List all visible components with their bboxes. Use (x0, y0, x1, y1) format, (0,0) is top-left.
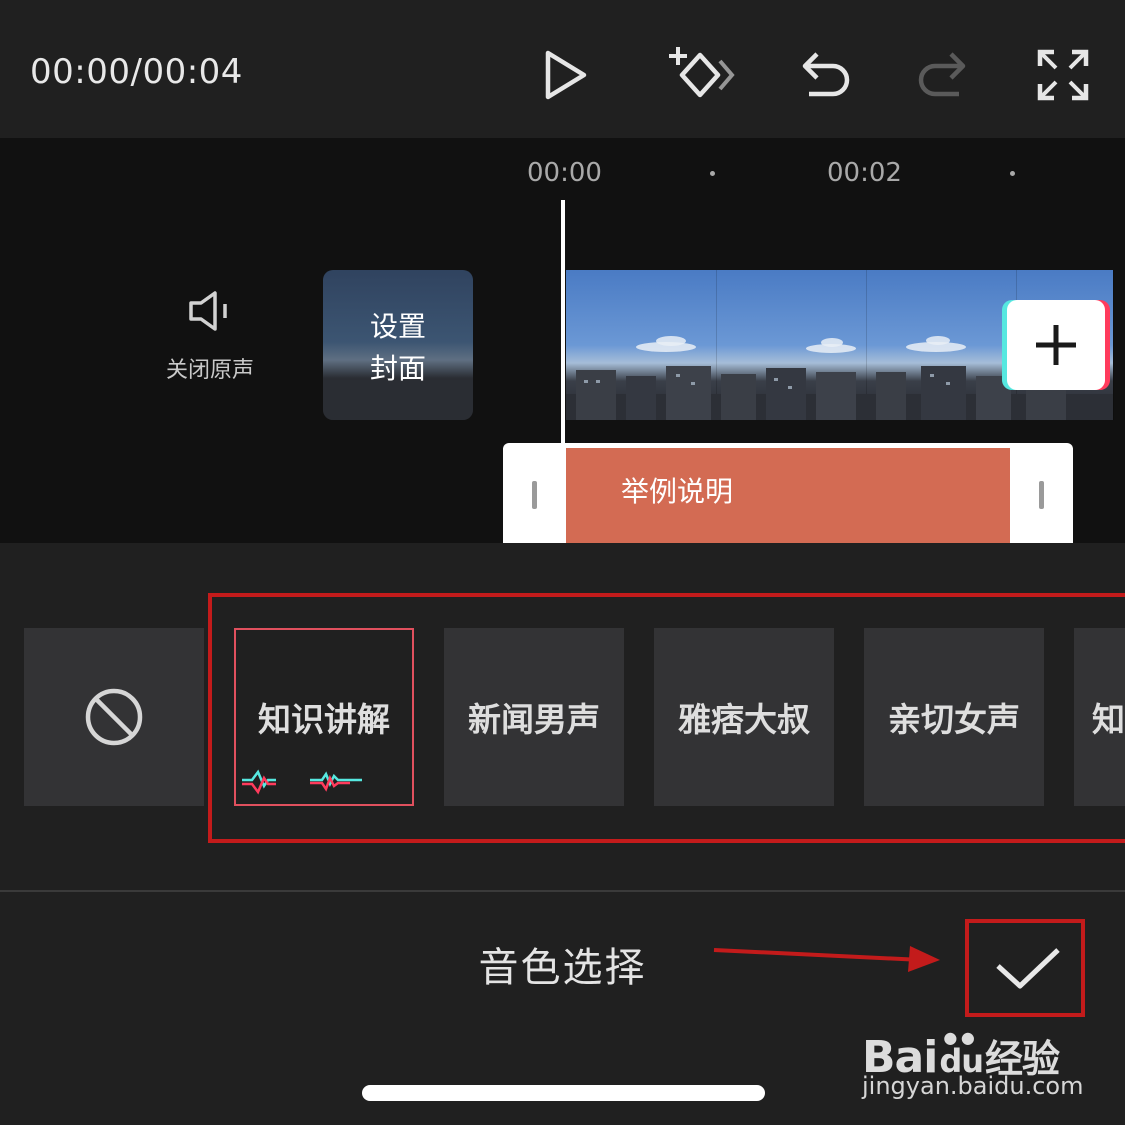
undo-button[interactable] (790, 40, 860, 110)
disable-icon (85, 688, 143, 746)
playhead[interactable] (561, 200, 565, 543)
plus-icon (1036, 325, 1076, 365)
watermark-url: jingyan.baidu.com (862, 1072, 1084, 1100)
left-trim-handle[interactable] (532, 481, 537, 509)
annotation-confirm-box (965, 919, 1085, 1017)
right-trim-handle[interactable] (1039, 481, 1044, 509)
timecode-display: 00:00/00:04 (30, 52, 243, 92)
ruler-label: 00:02 (827, 158, 902, 188)
add-clip-button[interactable] (1007, 300, 1105, 390)
play-button[interactable] (530, 40, 600, 110)
annotation-highlight-box (208, 593, 1125, 843)
redo-icon (918, 52, 966, 97)
fullscreen-icon (1037, 49, 1089, 101)
undo-icon (802, 52, 850, 97)
annotation-arrow-icon (713, 946, 940, 972)
clip-frame (716, 270, 867, 420)
set-cover-button[interactable]: 设置 封面 (323, 270, 473, 420)
play-icon (545, 50, 587, 100)
mute-original-label: 关闭原声 (165, 358, 254, 383)
timeline-area[interactable]: 00:00 00:02 关闭原声 设置 封面 举例说明 (0, 138, 1125, 543)
text-clip[interactable]: 举例说明 (503, 443, 1073, 543)
ruler-label: 00:00 (527, 158, 602, 188)
home-indicator[interactable] (362, 1085, 765, 1101)
fullscreen-button[interactable] (1028, 40, 1098, 110)
mute-original-button[interactable]: 关闭原声 (150, 288, 270, 384)
speaker-icon (189, 291, 227, 331)
clip-frame (566, 270, 717, 420)
panel-title: 音色选择 (478, 945, 647, 991)
keyframe-button[interactable] (662, 40, 742, 110)
ruler-dot (710, 171, 715, 176)
text-clip-body: 举例说明 (566, 448, 1010, 543)
keyframe-icon (669, 47, 735, 98)
top-toolbar: 00:00/00:04 (0, 0, 1125, 138)
voice-none-button[interactable] (24, 628, 204, 806)
ruler-dot (1010, 171, 1015, 176)
set-cover-label: 设置 封面 (369, 310, 426, 385)
panel-divider (0, 890, 1125, 892)
clip-frame (866, 270, 1017, 420)
text-clip-label: 举例说明 (621, 475, 734, 508)
redo-button[interactable] (908, 40, 978, 110)
